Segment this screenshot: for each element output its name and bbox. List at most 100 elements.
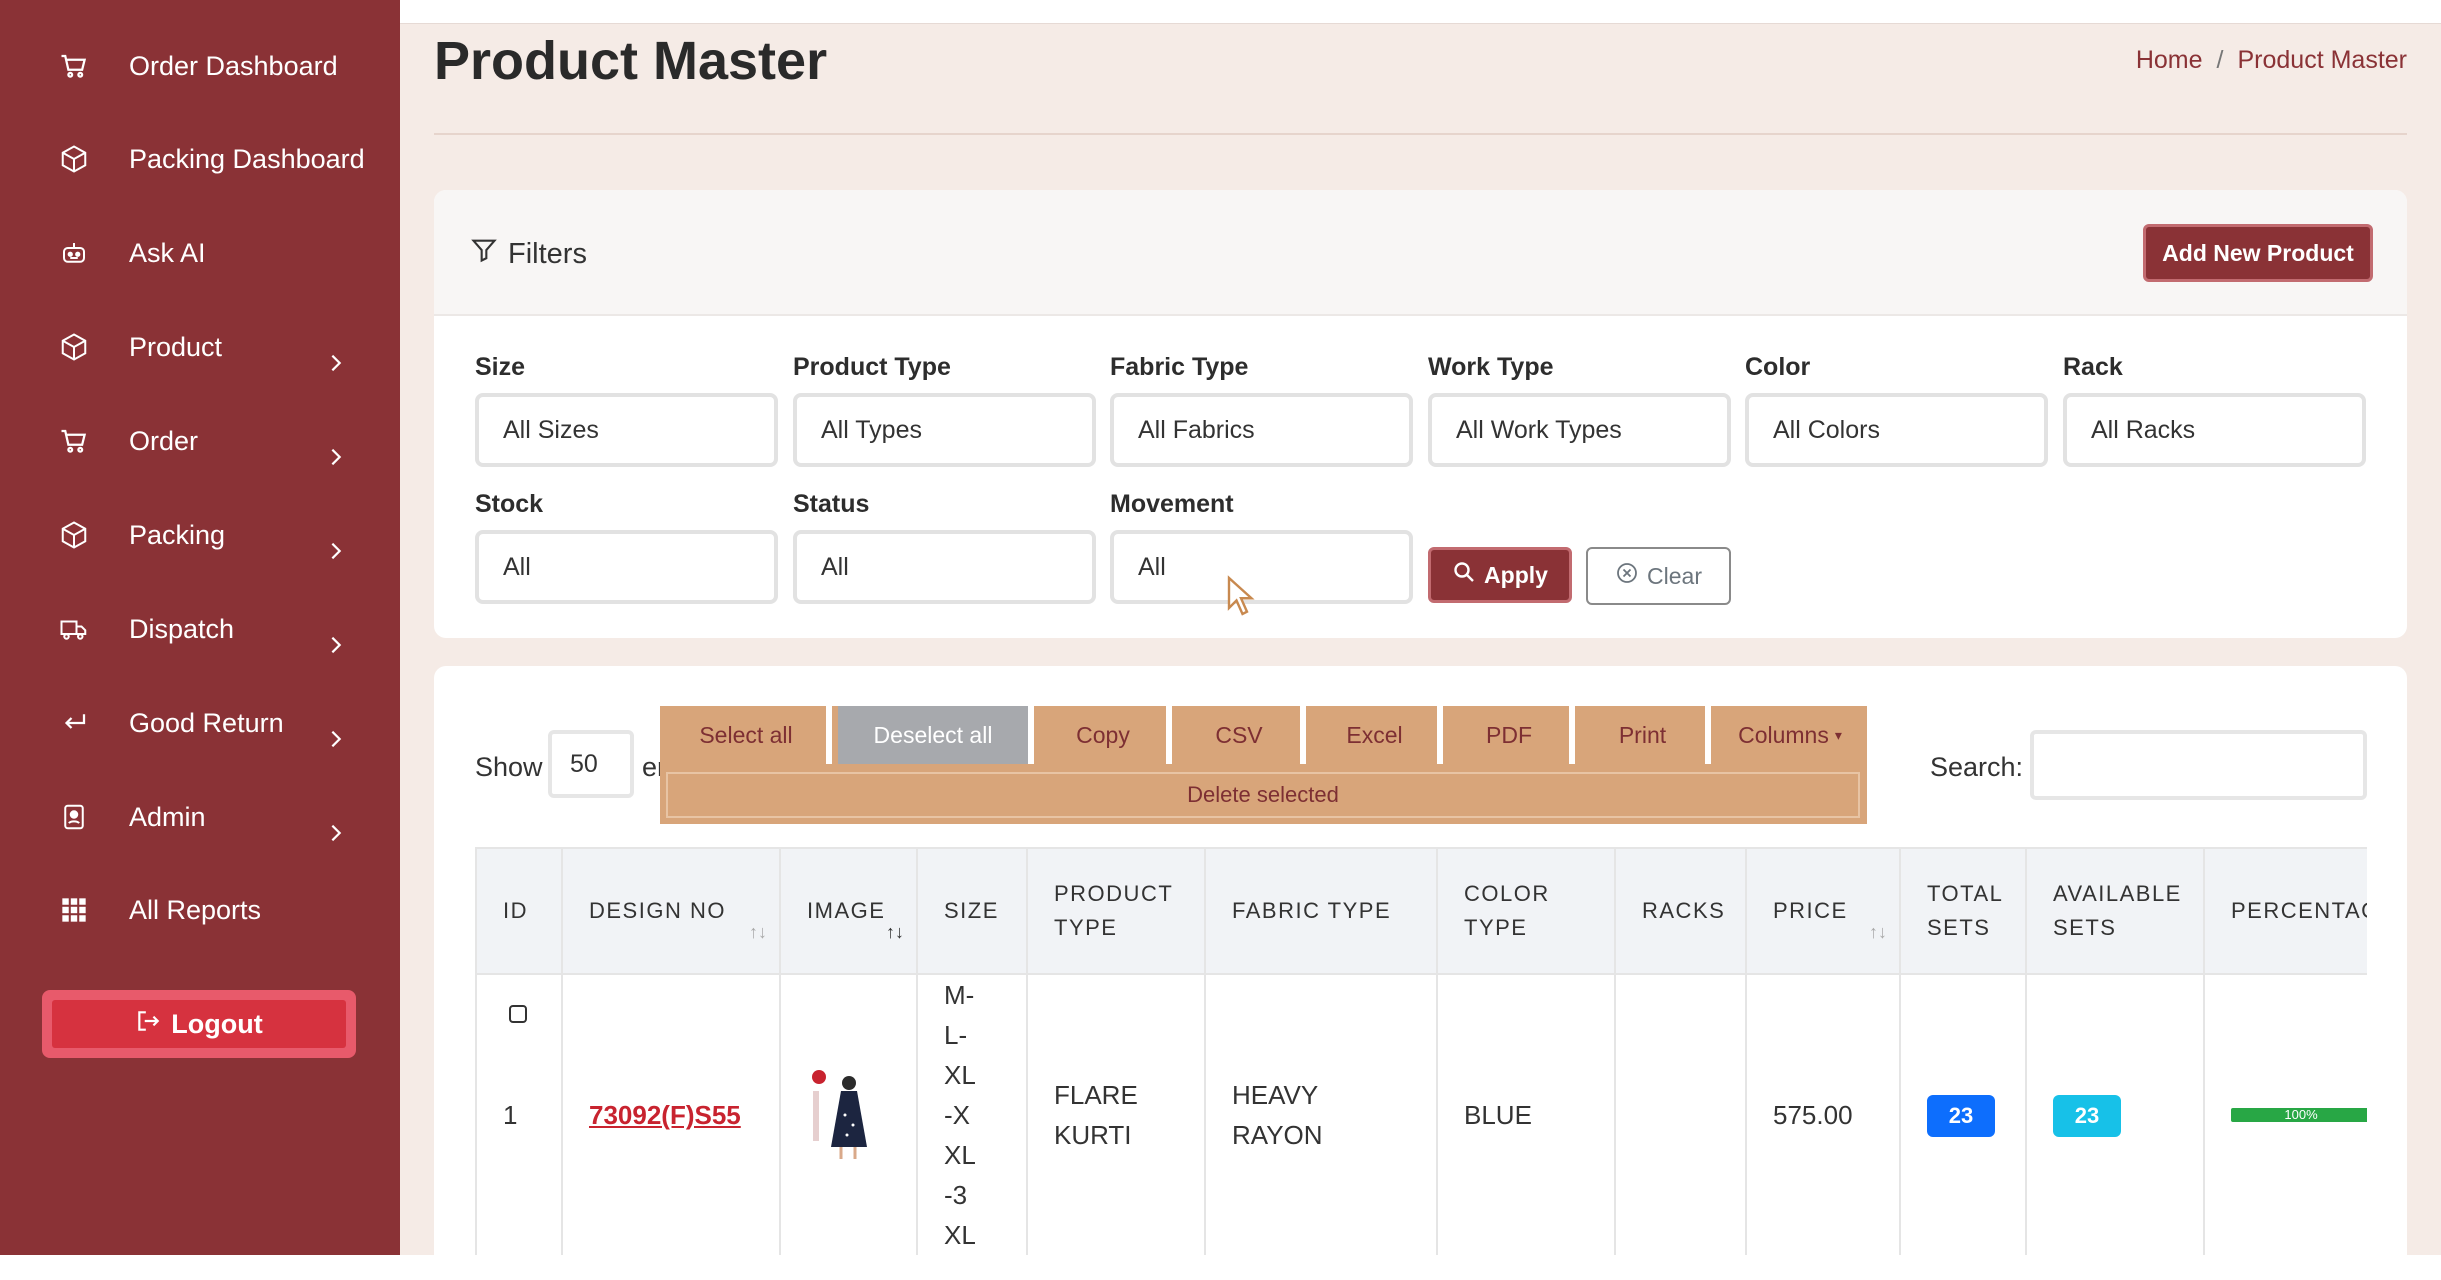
table-header-row: ID DESIGN NO ↑↓ IMAGE ↑↓ SIZE PRODUCT TYPE… bbox=[475, 847, 2367, 975]
sort-desc-icon: ↑↓ bbox=[886, 922, 904, 942]
divider bbox=[434, 133, 2407, 135]
movement-filter-label: Movement bbox=[1110, 490, 1234, 518]
sidebar: Order Dashboard Packing Dashboard Ask AI… bbox=[0, 0, 400, 1255]
product-thumbnail[interactable] bbox=[807, 1065, 885, 1165]
clear-button[interactable]: Clear bbox=[1586, 547, 1731, 605]
sidebar-item-label: Admin bbox=[129, 801, 206, 832]
logout-button-wrapper: Logout bbox=[42, 990, 356, 1058]
row-checkbox[interactable] bbox=[509, 1005, 527, 1023]
sidebar-item-good-return[interactable]: Good Return bbox=[0, 693, 400, 753]
rack-filter-select[interactable]: All Racks bbox=[2063, 393, 2366, 467]
sidebar-item-label: Dispatch bbox=[129, 613, 235, 644]
cart-icon bbox=[58, 425, 90, 457]
work-type-filter-select[interactable]: All Work Types bbox=[1428, 393, 1731, 467]
pdf-button[interactable]: PDF bbox=[1449, 706, 1575, 764]
fabric-type-filter-select[interactable]: All Fabrics bbox=[1110, 393, 1413, 467]
sidebar-item-label: Order Dashboard bbox=[129, 50, 338, 81]
apply-label: Apply bbox=[1484, 561, 1548, 588]
table-row[interactable]: 1 73092(F)S55 M-L-XL-XXL-3XL FLARE KURTI… bbox=[475, 973, 2367, 1257]
column-header-price[interactable]: PRICE ↑↓ bbox=[1745, 847, 1901, 975]
clear-label: Clear bbox=[1647, 562, 1702, 589]
breadcrumb-home-link[interactable]: Home bbox=[2136, 46, 2203, 75]
sidebar-item-label: Packing Dashboard bbox=[129, 143, 365, 174]
close-circle-icon bbox=[1615, 561, 1639, 591]
price-cell: 575.00 bbox=[1745, 973, 1901, 1257]
columns-button[interactable]: Columns ▾ bbox=[1713, 706, 1867, 764]
sidebar-item-order[interactable]: Order bbox=[0, 411, 400, 471]
design-no-link[interactable]: 73092(F)S55 bbox=[589, 1100, 741, 1130]
column-header-image[interactable]: IMAGE ↑↓ bbox=[779, 847, 918, 975]
copy-button[interactable]: Copy bbox=[1040, 706, 1172, 764]
sidebar-item-all-reports[interactable]: All Reports bbox=[0, 880, 400, 940]
grid-icon bbox=[58, 894, 90, 926]
bottom-strip bbox=[0, 1255, 2441, 1280]
excel-button[interactable]: Excel bbox=[1312, 706, 1443, 764]
apply-button[interactable]: Apply bbox=[1428, 547, 1572, 603]
column-header-id[interactable]: ID bbox=[475, 847, 563, 975]
status-filter-select[interactable]: All bbox=[793, 530, 1096, 604]
search-icon bbox=[1452, 560, 1476, 590]
size-cell: M-L-XL-XXL-3XL bbox=[916, 973, 1028, 1257]
filter-icon bbox=[470, 236, 498, 272]
page-length-select[interactable]: 50 bbox=[548, 730, 634, 798]
work-type-filter-label: Work Type bbox=[1428, 353, 1554, 381]
column-header-design-no[interactable]: DESIGN NO ↑↓ bbox=[561, 847, 781, 975]
search-label: Search: bbox=[1930, 752, 2024, 782]
caret-down-icon: ▾ bbox=[1834, 726, 1842, 743]
sidebar-item-packing-dashboard[interactable]: Packing Dashboard bbox=[0, 129, 400, 189]
column-header-total-sets[interactable]: TOTAL SETS bbox=[1899, 847, 2027, 975]
movement-filter-select[interactable]: All bbox=[1110, 530, 1413, 604]
product-type-filter-select[interactable]: All Types bbox=[793, 393, 1096, 467]
print-button[interactable]: Print bbox=[1580, 706, 1711, 764]
color-type-cell: BLUE bbox=[1436, 973, 1616, 1257]
column-header-color-type[interactable]: COLOR TYPE bbox=[1436, 847, 1616, 975]
chevron-right-icon bbox=[322, 349, 350, 377]
logout-button[interactable]: Logout bbox=[52, 1000, 346, 1048]
color-filter-select[interactable]: All Colors bbox=[1745, 393, 2048, 467]
filter-title-label: Filters bbox=[508, 237, 587, 270]
breadcrumb-separator: / bbox=[2216, 46, 2224, 74]
color-filter-label: Color bbox=[1745, 353, 1811, 381]
total-sets-cell: 23 bbox=[1899, 973, 2027, 1257]
sidebar-item-admin[interactable]: Admin bbox=[0, 787, 400, 847]
badge-icon bbox=[58, 801, 90, 833]
deselect-all-button[interactable]: Deselect all bbox=[838, 706, 1034, 764]
sidebar-item-packing[interactable]: Packing bbox=[0, 505, 400, 565]
chevron-right-icon bbox=[322, 631, 350, 659]
sidebar-item-ask-ai[interactable]: Ask AI bbox=[0, 223, 400, 283]
box-icon bbox=[58, 143, 90, 175]
product-type-cell: FLARE KURTI bbox=[1026, 973, 1206, 1257]
column-header-available-sets[interactable]: AVAILABLE SETS bbox=[2025, 847, 2205, 975]
sort-icon: ↑↓ bbox=[1869, 922, 1887, 942]
column-header-percentage[interactable]: PERCENTAG bbox=[2203, 847, 2367, 975]
show-label: Show bbox=[475, 752, 543, 782]
filter-header: Filters Add New Product bbox=[434, 190, 2407, 316]
column-header-product-type[interactable]: PRODUCT TYPE bbox=[1026, 847, 1206, 975]
size-filter-select[interactable]: All Sizes bbox=[475, 393, 778, 467]
products-table-wrapper: ID DESIGN NO ↑↓ IMAGE ↑↓ SIZE PRODUCT TYPE… bbox=[475, 847, 2367, 1280]
delete-selected-button[interactable]: Delete selected bbox=[666, 772, 1860, 818]
percentage-cell: 100% bbox=[2203, 973, 2367, 1257]
column-header-racks[interactable]: RACKS bbox=[1614, 847, 1747, 975]
sidebar-item-dispatch[interactable]: Dispatch bbox=[0, 599, 400, 659]
sidebar-item-label: Ask AI bbox=[129, 237, 206, 268]
csv-button[interactable]: CSV bbox=[1178, 706, 1306, 764]
product-type-filter-label: Product Type bbox=[793, 353, 951, 381]
add-new-product-button[interactable]: Add New Product bbox=[2143, 224, 2373, 282]
design-no-cell: 73092(F)S55 bbox=[561, 973, 781, 1257]
column-header-fabric-type[interactable]: FABRIC TYPE bbox=[1204, 847, 1438, 975]
stock-filter-select[interactable]: All bbox=[475, 530, 778, 604]
sidebar-item-order-dashboard[interactable]: Order Dashboard bbox=[0, 36, 400, 96]
box-icon bbox=[58, 331, 90, 363]
percentage-progress-bar: 100% bbox=[2231, 1107, 2367, 1122]
top-bar bbox=[400, 0, 2441, 24]
sidebar-item-product[interactable]: Product bbox=[0, 317, 400, 377]
column-header-size[interactable]: SIZE bbox=[916, 847, 1028, 975]
select-all-button[interactable]: Select all bbox=[666, 706, 832, 764]
search-input[interactable] bbox=[2030, 730, 2367, 800]
cart-icon bbox=[58, 50, 90, 82]
box-icon bbox=[58, 519, 90, 551]
breadcrumb: Home / Product Master bbox=[2136, 46, 2407, 75]
rack-filter-label: Rack bbox=[2063, 353, 2123, 381]
image-cell bbox=[779, 973, 918, 1257]
